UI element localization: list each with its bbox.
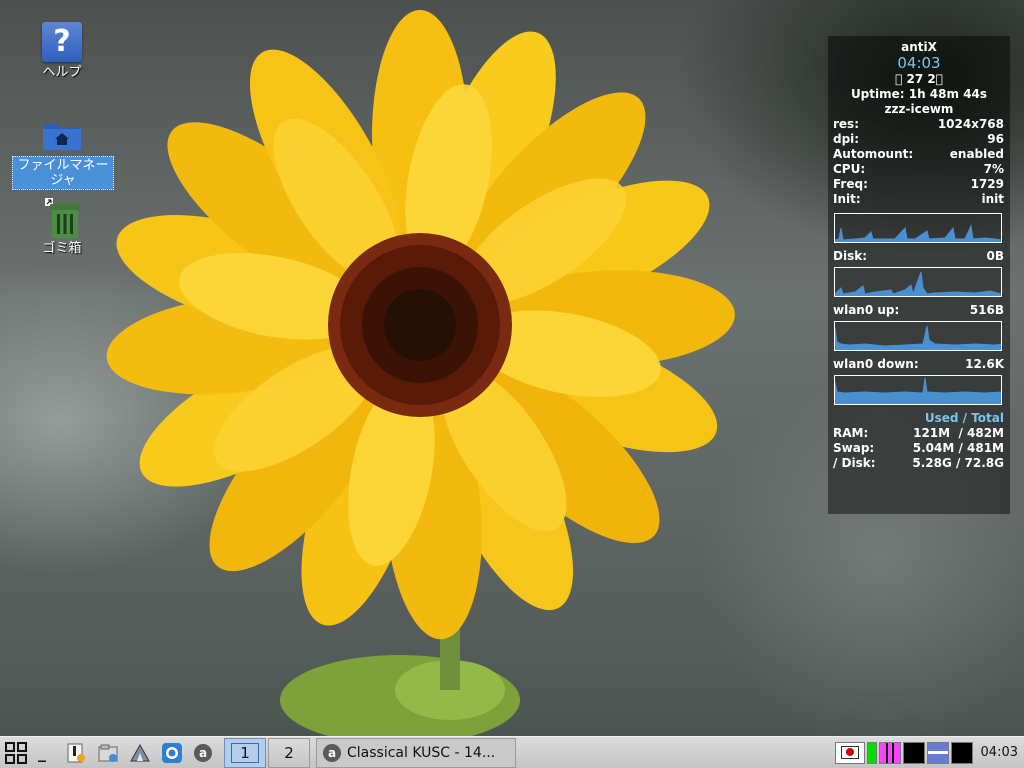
memory-monitor-icon[interactable]: [878, 741, 901, 764]
conky-session: zzz-icewm: [884, 102, 954, 116]
conky-row-res: res: 1024x768: [833, 117, 1004, 131]
desktop-icon-trash-label: ゴミ箱: [42, 241, 82, 256]
quicklaunch-audio-player[interactable]: a: [188, 740, 218, 766]
conky-row-dpi: dpi: 96: [833, 132, 1004, 146]
conky-row-cpu: CPU: 7%: [833, 162, 1004, 176]
wlan-up-graph: [834, 321, 1002, 351]
network-monitor-icon[interactable]: [902, 741, 925, 764]
taskbar-clock[interactable]: 04:03: [981, 745, 1018, 760]
quicklaunch-control-centre[interactable]: [124, 740, 156, 766]
audio-player-icon: a: [194, 743, 212, 762]
start-menu-button[interactable]: [2, 740, 30, 766]
used-total-header: Used / Total: [924, 411, 1004, 425]
conky-clock: 04:03: [897, 54, 941, 72]
quicklaunch-browser[interactable]: [156, 740, 188, 766]
browser-icon: [162, 742, 182, 763]
workspace-1-button[interactable]: 1: [224, 737, 266, 768]
desktop-icon-file-manager[interactable]: ファイルマネージャ: [12, 116, 114, 190]
grid-menu-icon: [5, 741, 27, 764]
japan-flag-icon: [840, 746, 859, 759]
conky-row-disk: Disk: 0B: [833, 249, 1004, 263]
disk-graph: [834, 267, 1002, 297]
taskbar-window-button[interactable]: a Classical KUSC - 14...: [316, 737, 516, 768]
home-folder-icon: [41, 118, 83, 152]
taskbar-window-title: Classical KUSC - 14...: [347, 744, 496, 761]
app-badge-icon: a: [323, 743, 341, 762]
text-editor-icon: [67, 743, 85, 762]
conky-uptime: Uptime: 1h 48m 44s: [850, 87, 988, 101]
quicklaunch-file-manager[interactable]: [92, 740, 124, 766]
battery-monitor-icon[interactable]: [950, 741, 973, 764]
workspace-2-button[interactable]: 2: [268, 737, 310, 768]
distro-name: antiX: [901, 40, 937, 54]
file-manager-icon: [98, 744, 118, 762]
conky-row-wlan-up: wlan0 up: 516B: [833, 303, 1004, 317]
cpu-monitor-icon[interactable]: [866, 741, 877, 764]
conky-row-freq: Freq: 1729: [833, 177, 1004, 191]
desktop-icon-help[interactable]: ? ヘルプ: [12, 22, 112, 81]
conky-row-init: Init: init: [833, 192, 1004, 206]
conky-row-root-disk: / Disk: 5.28G / 72.8G: [833, 456, 1004, 470]
conky-row-ram: RAM: 121M / 482M: [833, 426, 1004, 440]
help-icon: ?: [42, 22, 82, 62]
antix-control-centre-icon: [130, 743, 150, 761]
show-desktop-button[interactable]: _: [30, 740, 54, 766]
conky-row-swap: Swap: 5.04M / 481M: [833, 441, 1004, 455]
cpu-graph: [834, 213, 1002, 243]
taskbar: _ a 1 2 a Classical KUSC - 14... 04:03: [0, 736, 1024, 768]
conky-row-wlan-down: wlan0 down: 12.6K: [833, 357, 1004, 371]
conky-date:   27 2 : [895, 72, 943, 86]
trash-icon: [45, 198, 80, 238]
conky-row-automount: Automount: enabled: [833, 147, 1004, 161]
quicklaunch-text-editor[interactable]: [60, 740, 92, 766]
desktop-icon-trash[interactable]: ゴミ箱: [12, 198, 112, 257]
volume-icon[interactable]: [926, 741, 949, 764]
conky-system-monitor: antiX 04:03   27 2  Uptime: 1h 48m 44s z…: [828, 36, 1010, 514]
desktop-icon-help-label: ヘルプ: [42, 65, 82, 80]
input-method-button[interactable]: [834, 741, 865, 764]
desktop-icon-file-manager-label: ファイルマネージャ: [12, 156, 114, 190]
system-tray: 04:03: [833, 738, 1024, 768]
wlan-down-graph: [834, 375, 1002, 405]
